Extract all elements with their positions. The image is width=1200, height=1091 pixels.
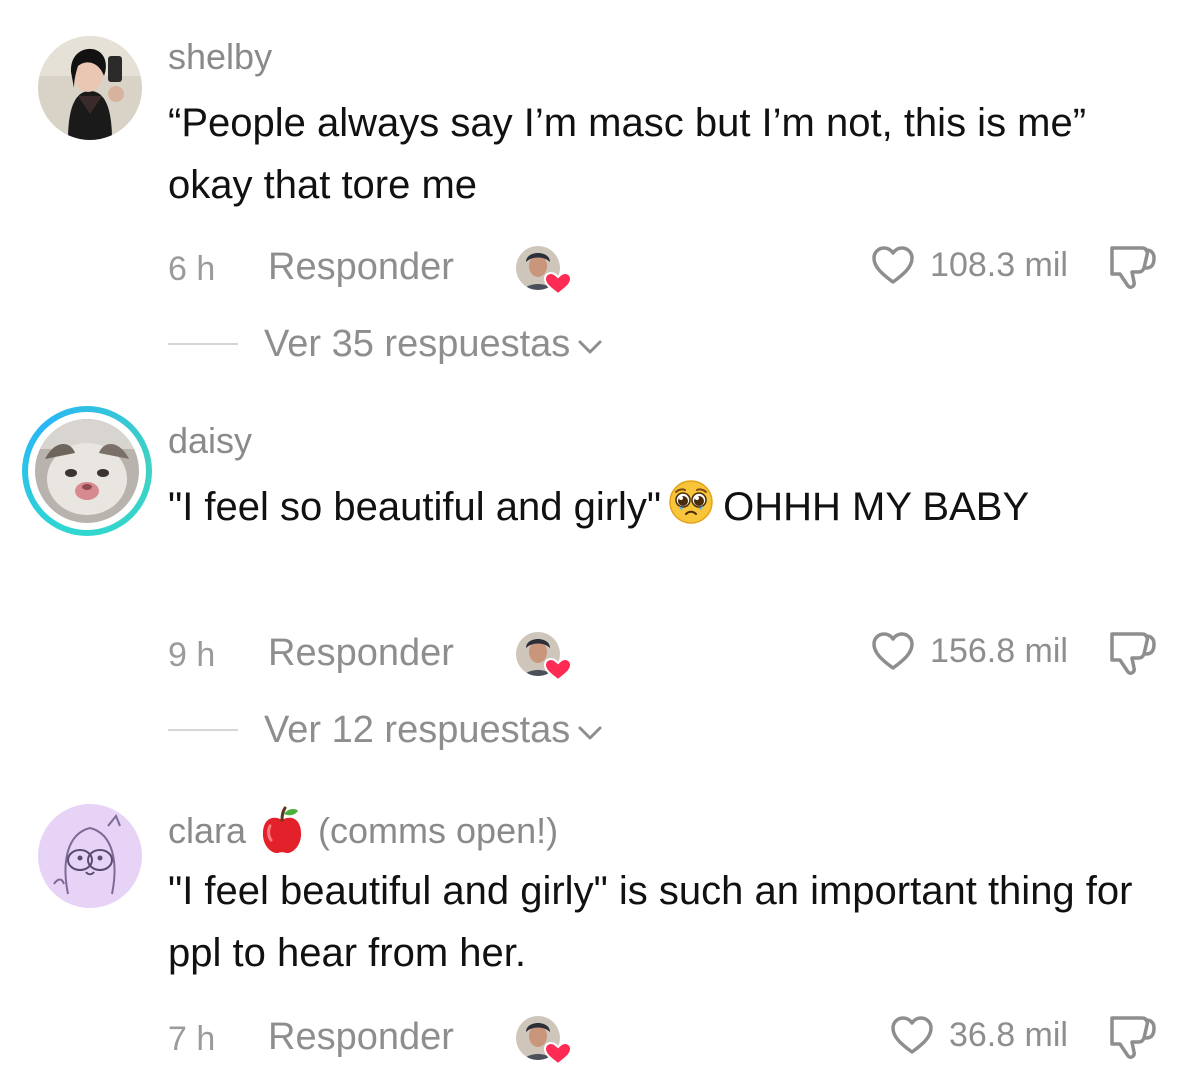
thumbs-down-icon: [1110, 632, 1156, 675]
chevron-down-icon: [578, 726, 602, 740]
comment-text: "I feel beautiful and girly" is such an …: [168, 869, 1133, 975]
comment-actions: 9 h Responder 156.8 mil: [168, 628, 1158, 683]
view-replies-button[interactable]: Ver 35 respuestas: [168, 320, 604, 368]
comment-text-part: OHHH MY BABY: [723, 485, 1030, 529]
like-button[interactable]: 108.3 mil: [870, 244, 1068, 286]
replies-divider: [168, 729, 238, 731]
like-count: 156.8 mil: [930, 631, 1068, 670]
comment-actions: 6 h Responder 108.3 mil: [168, 242, 1158, 297]
heart-outline-icon: [891, 1016, 933, 1054]
story-ring[interactable]: [22, 406, 152, 536]
creator-liked-badge: [514, 1014, 573, 1066]
timestamp: 7 h: [168, 1020, 216, 1058]
view-replies-button[interactable]: Ver 12 respuestas: [168, 706, 604, 754]
like-button[interactable]: 156.8 mil: [870, 630, 1068, 672]
dislike-button[interactable]: [1106, 242, 1158, 297]
reply-button[interactable]: Responder: [268, 632, 454, 675]
comment-text-part: "I feel so beautiful and girly": [168, 485, 662, 529]
replies-divider: [168, 343, 238, 345]
reply-button[interactable]: Responder: [268, 1016, 454, 1059]
thumbs-down-icon: [1110, 1016, 1156, 1059]
thumbs-down-icon: [1110, 246, 1156, 289]
comment-actions: 7 h Responder 36.8 mil: [168, 1012, 1158, 1067]
reply-button[interactable]: Responder: [268, 246, 454, 289]
creator-liked-badge: [514, 244, 573, 296]
like-count: 108.3 mil: [930, 245, 1068, 284]
comment-text: "I feel so beautiful and girly" OHHH MY …: [168, 476, 1168, 544]
timestamp: 6 h: [168, 250, 216, 288]
heart-outline-icon: [872, 246, 914, 284]
comment-text: “People always say I’m masc but I’m not,…: [168, 101, 1087, 207]
avatar: [35, 419, 139, 523]
username[interactable]: shelby: [168, 36, 272, 78]
dislike-button[interactable]: [1106, 1012, 1158, 1067]
avatar[interactable]: [38, 36, 142, 140]
pleading-face-emoji: [667, 478, 715, 544]
chevron-down-icon: [578, 340, 602, 354]
creator-liked-badge: [514, 630, 573, 682]
dislike-button[interactable]: [1106, 628, 1158, 683]
timestamp: 9 h: [168, 636, 216, 674]
like-count: 36.8 mil: [948, 1015, 1068, 1054]
red-apple-emoji: [262, 806, 302, 854]
username[interactable]: daisy: [168, 420, 252, 462]
view-replies-label: Ver 35 respuestas: [264, 322, 571, 365]
view-replies-label: Ver 12 respuestas: [264, 708, 571, 751]
heart-outline-icon: [872, 632, 914, 670]
like-button[interactable]: 36.8 mil: [889, 1014, 1068, 1056]
username[interactable]: clara: [168, 810, 246, 852]
avatar[interactable]: [38, 804, 142, 908]
username-suffix: (comms open!): [318, 810, 559, 851]
